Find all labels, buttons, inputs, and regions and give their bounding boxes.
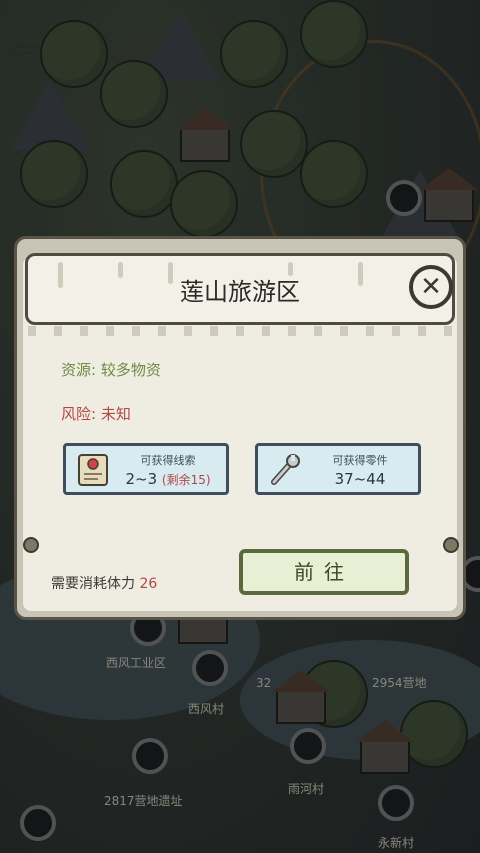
risk-text: 风险: 未知 xyxy=(61,405,131,423)
clue-reward-card: 可获得线索 2~3 (剩余15) xyxy=(63,443,229,495)
location-dialog: 莲山旅游区 ✕ 资源: 较多物资 风险: 未知 可获得线索 2~3 (剩余15)… xyxy=(14,236,466,620)
wrench-icon xyxy=(271,454,300,485)
card-caption: 可获得零件 xyxy=(332,454,388,467)
card-caption: 可获得线索 xyxy=(140,454,196,467)
scroll-map-icon xyxy=(78,454,108,486)
bolt-decoration xyxy=(23,537,39,553)
card-value: 2~3 (剩余15) xyxy=(125,470,211,488)
stamina-cost-value: 26 xyxy=(139,576,158,592)
stamina-cost: 需要消耗体力 26 xyxy=(51,576,158,592)
go-button[interactable]: 前往 xyxy=(239,549,409,595)
close-icon: ✕ xyxy=(420,272,442,302)
bolt-decoration xyxy=(443,537,459,553)
close-button[interactable]: ✕ xyxy=(409,265,453,309)
dialog-title: 莲山旅游区 xyxy=(180,278,300,306)
resource-text: 资源: 较多物资 xyxy=(61,361,161,379)
card-value: 37~44 xyxy=(334,470,386,488)
remaining-count: (剩余15) xyxy=(161,473,211,487)
dialog-title-bar: 莲山旅游区 xyxy=(25,253,455,336)
parts-reward-card: 可获得零件 37~44 xyxy=(255,443,421,495)
